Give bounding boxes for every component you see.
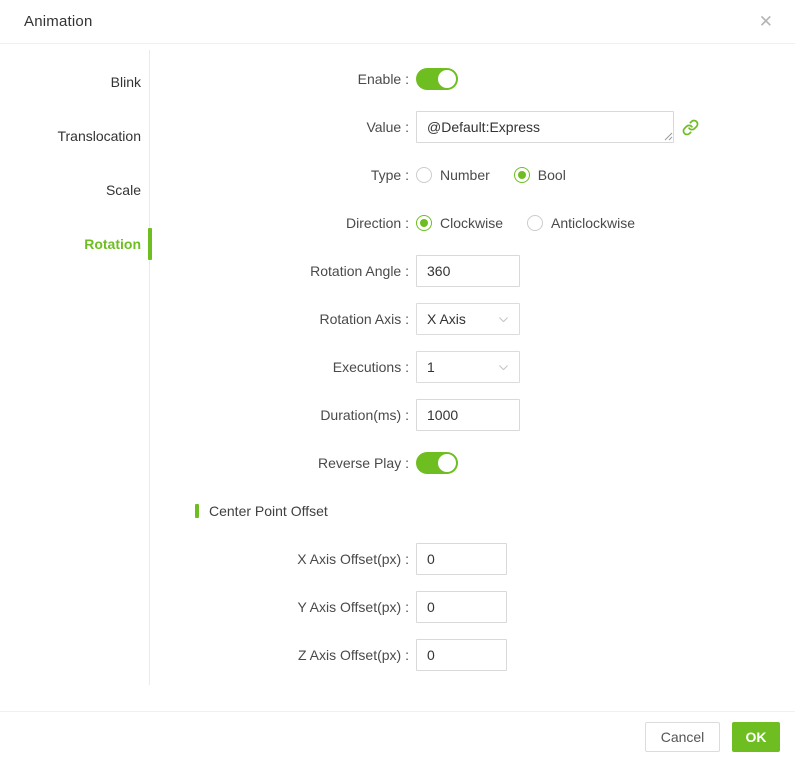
- reverse-play-row: Reverse Play :: [150, 447, 795, 479]
- sidebar-item-label: Rotation: [84, 236, 141, 252]
- rotation-axis-label: Rotation Axis :: [150, 311, 416, 327]
- rotation-angle-input[interactable]: [416, 255, 520, 287]
- radio-number[interactable]: Number: [416, 167, 490, 183]
- duration-label: Duration(ms) :: [150, 407, 416, 423]
- x-offset-row: X Axis Offset(px) :: [150, 543, 795, 575]
- reverse-play-label: Reverse Play :: [150, 455, 416, 471]
- rotation-form: Enable : Value : @Default:Express: [150, 44, 795, 711]
- toggle-knob: [438, 454, 456, 472]
- cancel-button[interactable]: Cancel: [645, 722, 720, 752]
- sidebar-item-blink[interactable]: Blink: [0, 55, 150, 109]
- type-radio-group: Number Bool: [416, 167, 590, 183]
- sidebar-item-rotation[interactable]: Rotation: [0, 217, 150, 271]
- rotation-angle-row: Rotation Angle :: [150, 255, 795, 287]
- enable-row: Enable :: [150, 63, 795, 95]
- animation-dialog: Animation ✕ Blink Translocation Scale Ro…: [0, 0, 795, 762]
- section-title: Center Point Offset: [209, 503, 328, 519]
- sidebar-item-scale[interactable]: Scale: [0, 163, 150, 217]
- duration-row: Duration(ms) :: [150, 399, 795, 431]
- executions-row: Executions : 1: [150, 351, 795, 383]
- close-icon[interactable]: ✕: [757, 11, 775, 32]
- radio-label: Number: [440, 167, 490, 183]
- rotation-axis-select[interactable]: X Axis: [416, 303, 520, 335]
- radio-icon: [416, 167, 432, 183]
- x-offset-input[interactable]: [416, 543, 507, 575]
- ok-button[interactable]: OK: [732, 722, 780, 752]
- value-input[interactable]: @Default:Express: [416, 111, 674, 143]
- textarea-resize-grip[interactable]: [663, 131, 673, 141]
- radio-label: Clockwise: [440, 215, 503, 231]
- toggle-knob: [438, 70, 456, 88]
- executions-label: Executions :: [150, 359, 416, 375]
- chevron-down-icon: [497, 313, 510, 326]
- rotation-axis-row: Rotation Axis : X Axis: [150, 303, 795, 335]
- y-offset-input[interactable]: [416, 591, 507, 623]
- radio-bool[interactable]: Bool: [514, 167, 566, 183]
- value-row: Value : @Default:Express: [150, 111, 795, 143]
- radio-anticlockwise[interactable]: Anticlockwise: [527, 215, 635, 231]
- radio-clockwise[interactable]: Clockwise: [416, 215, 503, 231]
- center-point-offset-section: Center Point Offset: [195, 495, 795, 527]
- sidebar-item-translocation[interactable]: Translocation: [0, 109, 150, 163]
- sidebar: Blink Translocation Scale Rotation: [0, 44, 150, 711]
- section-accent-bar: [195, 504, 199, 518]
- duration-input[interactable]: [416, 399, 520, 431]
- chevron-down-icon: [497, 361, 510, 374]
- dialog-title: Animation: [24, 13, 93, 30]
- rotation-angle-label: Rotation Angle :: [150, 263, 416, 279]
- radio-label: Bool: [538, 167, 566, 183]
- value-label: Value :: [150, 119, 416, 135]
- radio-label: Anticlockwise: [551, 215, 635, 231]
- y-offset-label: Y Axis Offset(px) :: [150, 599, 416, 615]
- z-offset-label: Z Axis Offset(px) :: [150, 647, 416, 663]
- x-offset-label: X Axis Offset(px) :: [150, 551, 416, 567]
- dialog-footer: Cancel OK: [0, 711, 795, 762]
- enable-label: Enable :: [150, 71, 416, 87]
- select-value: X Axis: [427, 311, 466, 327]
- z-offset-input[interactable]: [416, 639, 507, 671]
- direction-radio-group: Clockwise Anticlockwise: [416, 215, 659, 231]
- reverse-play-toggle[interactable]: [416, 452, 458, 474]
- enable-toggle[interactable]: [416, 68, 458, 90]
- dialog-header: Animation ✕: [0, 0, 795, 44]
- dialog-body: Blink Translocation Scale Rotation Enabl…: [0, 44, 795, 711]
- type-label: Type :: [150, 167, 416, 183]
- radio-icon: [416, 215, 432, 231]
- link-icon[interactable]: [682, 119, 699, 136]
- type-row: Type : Number Bool: [150, 159, 795, 191]
- direction-row: Direction : Clockwise Anticlockwise: [150, 207, 795, 239]
- active-tab-indicator: [148, 228, 152, 260]
- value-field-wrap: @Default:Express: [416, 111, 699, 143]
- radio-icon: [514, 167, 530, 183]
- y-offset-row: Y Axis Offset(px) :: [150, 591, 795, 623]
- select-value: 1: [427, 359, 435, 375]
- radio-icon: [527, 215, 543, 231]
- executions-select[interactable]: 1: [416, 351, 520, 383]
- z-offset-row: Z Axis Offset(px) :: [150, 639, 795, 671]
- direction-label: Direction :: [150, 215, 416, 231]
